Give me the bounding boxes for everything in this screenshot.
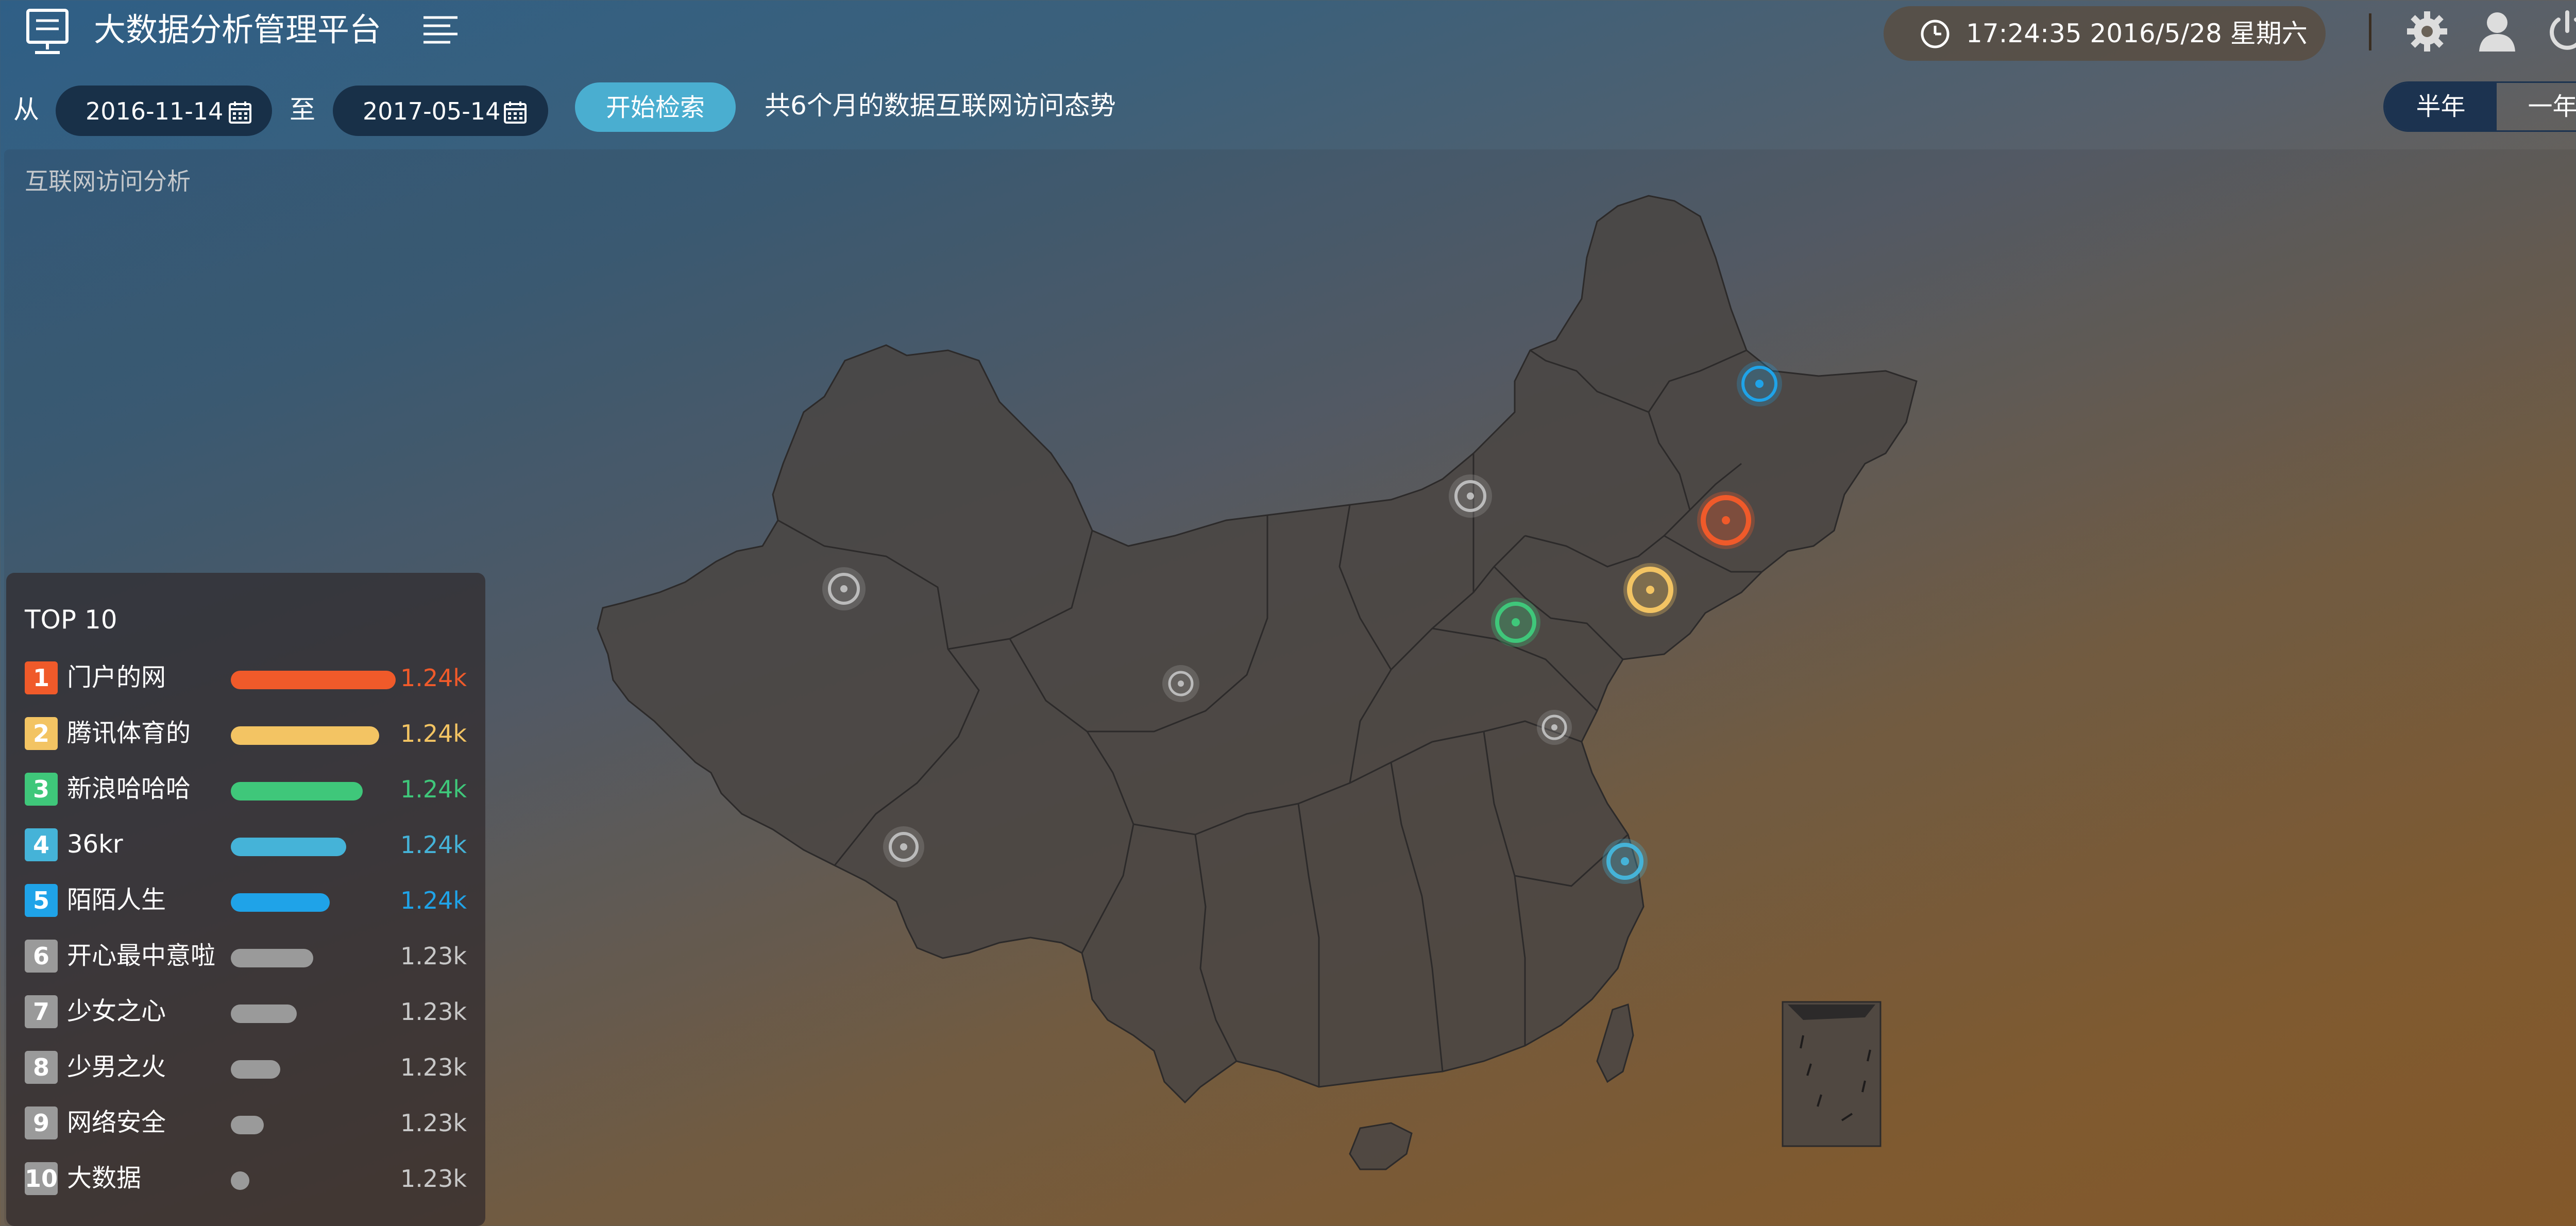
rank-badge: 4 xyxy=(25,828,58,861)
value-bar xyxy=(231,1116,264,1134)
site-name: 开心最中意啦 xyxy=(67,941,216,970)
rank-badge: 5 xyxy=(25,884,58,917)
calendar-icon xyxy=(229,101,251,124)
site-name: 36kr xyxy=(67,830,123,859)
map-marker-hohhot[interactable] xyxy=(1449,474,1492,518)
site-name: 门户的网 xyxy=(67,663,166,692)
range-half-year[interactable]: 半年 xyxy=(2385,83,2497,130)
value-bar xyxy=(231,671,396,689)
site-value: 1.23k xyxy=(400,1109,467,1137)
map-hainan xyxy=(1349,1122,1413,1170)
list-item[interactable]: 1 门户的网 1.24k xyxy=(6,651,485,703)
calendar-icon xyxy=(504,101,527,124)
top10-panel: TOP 10 1 门户的网 1.24k 2 腾讯体育的 1.24k 3 新浪哈哈… xyxy=(6,573,485,1226)
top10-title: TOP 10 xyxy=(25,605,117,635)
list-item[interactable]: 4 36kr 1.24k xyxy=(6,818,485,870)
site-value: 1.24k xyxy=(400,831,467,859)
list-item[interactable]: 7 少女之心 1.23k xyxy=(6,985,485,1036)
map-taiwan xyxy=(1596,1003,1634,1083)
site-name: 陌陌人生 xyxy=(67,886,166,914)
value-bar xyxy=(231,838,346,856)
value-bar xyxy=(231,949,313,967)
site-name: 大数据 xyxy=(67,1164,142,1193)
list-item[interactable]: 2 腾讯体育的 1.24k xyxy=(6,707,485,758)
end-date-value: 2017-05-14 xyxy=(363,97,501,125)
clock-display: 17:24:35 2016/5/28 星期六 xyxy=(1884,6,2326,61)
china-map xyxy=(597,195,1918,1170)
gear-icon[interactable] xyxy=(2404,8,2450,55)
from-label: 从 xyxy=(13,95,39,125)
rank-badge: 8 xyxy=(25,1051,58,1084)
range-one-year[interactable]: 一年 xyxy=(2497,83,2576,130)
map-marker-xining[interactable] xyxy=(1162,665,1199,702)
end-date-picker[interactable]: 2017-05-14 xyxy=(333,86,548,136)
rank-badge: 6 xyxy=(25,940,58,973)
start-date-value: 2016-11-14 xyxy=(86,97,224,125)
map-mainland xyxy=(597,195,1918,1104)
value-bar xyxy=(231,1060,280,1079)
map-marker-beijing[interactable] xyxy=(1491,598,1540,647)
menu-icon[interactable] xyxy=(421,13,460,46)
value-bar xyxy=(231,893,330,912)
rank-badge: 3 xyxy=(25,773,58,806)
map-marker-shanghai[interactable] xyxy=(1602,839,1648,884)
to-label: 至 xyxy=(290,95,315,125)
clock-text: 17:24:35 2016/5/28 星期六 xyxy=(1966,19,2308,48)
value-bar xyxy=(231,1171,249,1190)
start-date-picker[interactable]: 2016-11-14 xyxy=(56,86,272,136)
top-bar: 大数据分析管理平台 17:24:35 2016/5/28 星期六 xyxy=(0,0,2576,62)
map-marker-shenyang[interactable] xyxy=(1697,491,1755,549)
list-item[interactable]: 3 新浪哈哈哈 1.24k xyxy=(6,762,485,814)
site-value: 1.23k xyxy=(400,998,467,1026)
site-name: 腾讯体育的 xyxy=(67,719,191,747)
site-name: 新浪哈哈哈 xyxy=(67,774,191,803)
power-icon[interactable] xyxy=(2544,8,2576,55)
site-value: 1.24k xyxy=(400,887,467,914)
monitor-icon xyxy=(26,9,69,54)
list-item[interactable]: 5 陌陌人生 1.24k xyxy=(6,874,485,925)
site-value: 1.24k xyxy=(400,775,467,803)
panel-title: 互联网访问分析 xyxy=(25,167,191,195)
list-item[interactable]: 6 开心最中意啦 1.23k xyxy=(6,929,485,981)
site-value: 1.24k xyxy=(400,720,467,747)
rank-badge: 7 xyxy=(25,995,58,1028)
rank-badge: 2 xyxy=(25,717,58,750)
map-marker-urumqi[interactable] xyxy=(822,567,866,610)
user-icon[interactable] xyxy=(2474,8,2520,55)
rank-badge: 9 xyxy=(25,1106,58,1139)
site-value: 1.23k xyxy=(400,1053,467,1081)
app-title: 大数据分析管理平台 xyxy=(94,11,382,48)
site-value: 1.23k xyxy=(400,1165,467,1193)
list-item[interactable]: 8 少男之火 1.23k xyxy=(6,1041,485,1092)
list-item[interactable]: 10 大数据 1.23k xyxy=(6,1152,485,1203)
site-value: 1.23k xyxy=(400,942,467,970)
map-marker-dalian[interactable] xyxy=(1623,563,1677,617)
summary-text: 共6个月的数据互联网访问态势 xyxy=(765,91,1116,121)
value-bar xyxy=(231,782,363,801)
map-marker-harbin[interactable] xyxy=(1737,361,1782,406)
start-search-button[interactable]: 开始检索 xyxy=(575,82,736,132)
value-bar xyxy=(231,1004,297,1023)
south-china-sea-inset xyxy=(1782,1001,1882,1147)
rank-badge: 1 xyxy=(25,661,58,694)
clock-icon xyxy=(1921,20,1950,48)
map-marker-jinan[interactable] xyxy=(1537,710,1572,745)
site-name: 少女之心 xyxy=(67,997,166,1026)
value-bar xyxy=(231,726,379,745)
site-value: 1.24k xyxy=(400,664,467,692)
list-item[interactable]: 9 网络安全 1.23k xyxy=(6,1096,485,1148)
rank-badge: 10 xyxy=(25,1162,58,1195)
range-toggle: 半年 一年 xyxy=(2383,81,2576,132)
site-name: 少男之火 xyxy=(67,1052,166,1081)
map-marker-lhasa[interactable] xyxy=(883,826,924,867)
header-divider xyxy=(2369,13,2371,50)
site-name: 网络安全 xyxy=(67,1108,166,1137)
